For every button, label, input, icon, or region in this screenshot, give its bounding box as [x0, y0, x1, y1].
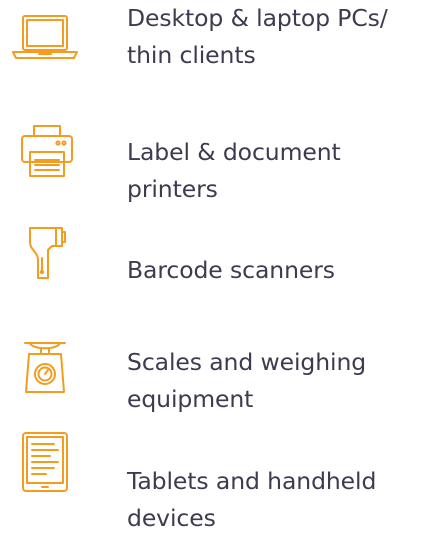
weighing-scale-icon: [10, 338, 80, 398]
list-item-label: Label & document printers: [127, 138, 341, 203]
list-item-label: Desktop & laptop PCs/ thin clients: [127, 4, 388, 69]
list-item-label: Barcode scanners: [127, 256, 335, 284]
tablet-icon: [10, 432, 80, 492]
laptop-icon: [10, 8, 80, 68]
barcode-scanner-icon: [10, 222, 80, 282]
list-item-label: Tablets and handheld devices: [127, 467, 377, 532]
list-item-label: Scales and weighing equipment: [127, 348, 367, 413]
device-list: Desktop & laptop PCs/ thin clients Label…: [0, 0, 440, 544]
printer-icon: [10, 122, 80, 182]
